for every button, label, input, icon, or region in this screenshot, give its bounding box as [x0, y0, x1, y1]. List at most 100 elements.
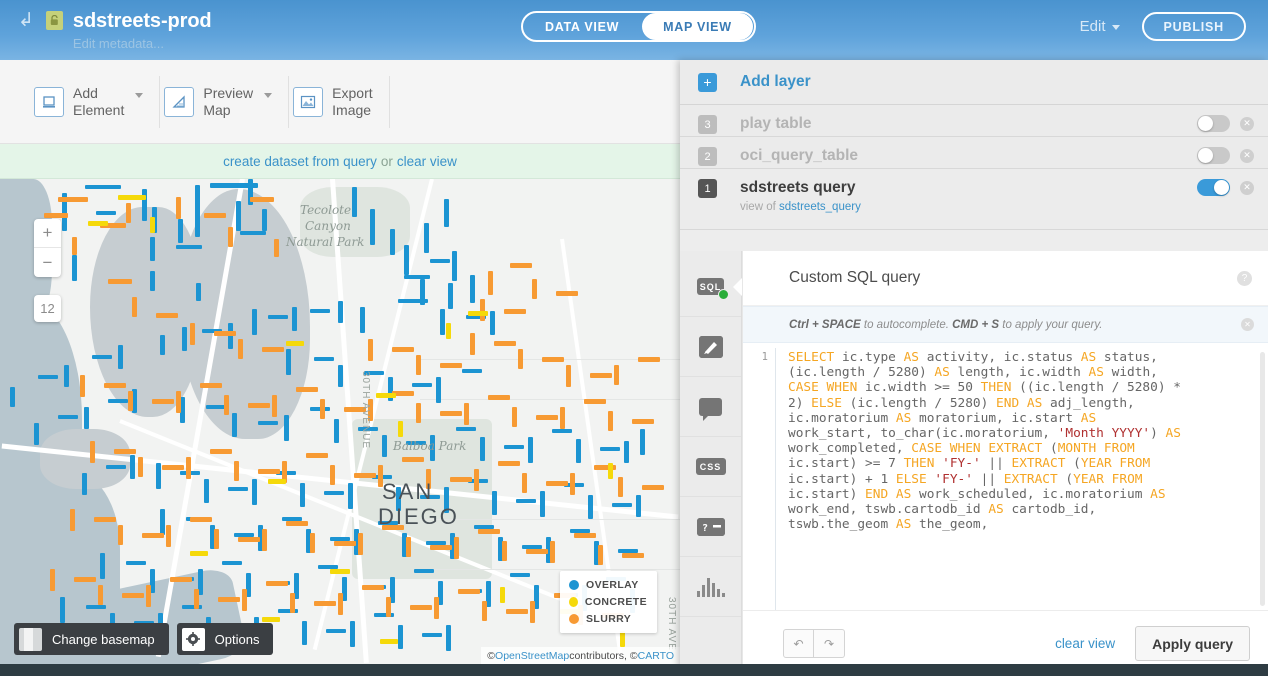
layer-name: oci_query_table	[740, 147, 859, 164]
sql-tab[interactable]: SQL	[680, 257, 741, 317]
map-segment-blue	[302, 621, 307, 645]
sql-code-area[interactable]: 1 SELECT ic.type AS activity, ic.status …	[743, 343, 1268, 610]
redo-button[interactable]: ↷	[814, 629, 845, 658]
legend-color-swatch	[569, 614, 579, 624]
legend-tab[interactable]: ?	[680, 497, 741, 557]
zoom-in-button[interactable]: +	[34, 219, 61, 248]
map-segment-blue	[352, 187, 357, 217]
map-segment-orange	[128, 391, 133, 411]
sql-editor-pane: Custom SQL query ? Ctrl + SPACE to autoc…	[742, 251, 1268, 676]
tab-map-view[interactable]: MAP VIEW	[642, 13, 753, 40]
map-segment-orange	[402, 457, 424, 462]
create-dataset-link[interactable]: create dataset from query	[223, 154, 377, 169]
map-segment-blue	[222, 561, 242, 565]
map-segment-orange	[320, 399, 325, 419]
add-layer-label: Add layer	[740, 73, 811, 90]
add-element-button[interactable]: Add Element	[34, 75, 161, 128]
map-segment-orange	[218, 597, 240, 602]
infowindow-tab[interactable]	[680, 377, 741, 437]
map-segment-orange	[242, 589, 247, 611]
sql-token: ||	[972, 471, 1004, 487]
close-icon[interactable]: ✕	[1240, 116, 1254, 131]
layer-row-play-table[interactable]: 3 play table view of play_table ✕	[680, 105, 1268, 137]
sql-code-text[interactable]: SELECT ic.type AS activity, ic.status AS…	[775, 348, 1260, 610]
stats-tab[interactable]	[680, 557, 741, 617]
publish-button[interactable]: PUBLISH	[1141, 12, 1246, 41]
map-segment-orange	[354, 473, 376, 478]
map-segment-blue	[640, 429, 645, 455]
apply-query-button[interactable]: Apply query	[1135, 626, 1250, 661]
zoom-out-button[interactable]: −	[34, 248, 61, 277]
speech-bubble-icon	[699, 397, 722, 421]
layer-row-oci-query-table[interactable]: 2 oci_query_table view of sdstreets_quer…	[680, 137, 1268, 169]
close-hint-icon[interactable]: ✕	[1241, 318, 1254, 331]
map-segment-orange	[416, 403, 421, 423]
sql-editor-title: Custom SQL query	[789, 269, 921, 286]
editor-scrollbar[interactable]	[1260, 352, 1265, 606]
layer-source-link[interactable]: sdstreets_query	[779, 201, 861, 213]
map-segment-blue	[552, 429, 572, 433]
map-segment-orange	[434, 597, 439, 619]
map-segment-orange	[248, 403, 270, 408]
map-segment-orange	[104, 383, 126, 388]
map-segment-blue	[430, 259, 450, 263]
map-segment-orange	[142, 533, 164, 538]
sql-token: ic.start) + 1	[788, 471, 889, 487]
layers-panel: + Add layer 3 play table view of play_ta…	[680, 60, 1268, 676]
wizard-tab[interactable]	[680, 317, 741, 377]
clear-view-button[interactable]: clear view	[1055, 636, 1115, 651]
change-basemap-button[interactable]: Change basemap	[14, 623, 169, 655]
layer-visibility-toggle[interactable]	[1197, 179, 1230, 196]
map-segment-blue	[82, 473, 87, 495]
map-options-button[interactable]: Options	[176, 623, 274, 655]
map-segment-blue	[204, 479, 209, 503]
sql-token: ic.start) >= 7	[788, 456, 896, 472]
close-icon[interactable]: ✕	[1240, 148, 1254, 163]
carto-link[interactable]: CARTO	[638, 650, 674, 662]
map-segment-blue	[516, 499, 536, 503]
map-segment-orange	[122, 593, 144, 598]
map-segment-blue	[60, 597, 65, 623]
preview-map-labels: Preview Map	[203, 85, 253, 119]
map-segment-orange	[250, 197, 274, 202]
map-segment-orange	[266, 581, 288, 586]
edit-dropdown[interactable]: Edit	[1080, 18, 1120, 35]
lock-icon	[45, 11, 63, 30]
map-segment-orange	[416, 355, 421, 375]
chevron-down-icon[interactable]	[135, 93, 144, 98]
map-segment-orange	[440, 411, 462, 416]
map-viewport[interactable]: Tecolote Canyon Natural Park Balboa Park SAN…	[0, 179, 680, 664]
add-layer-button[interactable]: + Add layer	[680, 60, 1268, 105]
toggle-knob	[1214, 180, 1229, 195]
layer-name: sdstreets query	[740, 179, 856, 196]
map-segment-blue	[412, 383, 432, 387]
clear-view-link[interactable]: clear view	[397, 154, 457, 169]
chevron-down-icon[interactable]	[264, 93, 273, 98]
css-tab[interactable]: CSS	[680, 437, 741, 497]
help-icon[interactable]: ?	[1237, 270, 1252, 286]
map-segment-orange	[274, 239, 279, 257]
map-segment-orange	[204, 213, 226, 218]
map-segment-orange	[176, 391, 181, 413]
openstreetmap-link[interactable]: OpenStreetMap	[495, 650, 569, 662]
layer-visibility-toggle[interactable]	[1197, 147, 1230, 164]
sql-token: 'FY-'	[934, 471, 973, 487]
map-zoom-controls[interactable]: + −	[34, 219, 61, 277]
map-segment-yellow	[118, 195, 146, 200]
undo-button[interactable]: ↶	[783, 629, 814, 658]
legend-item-overlay: OVERLAY	[569, 579, 647, 591]
layer-row-sdstreets-query[interactable]: 1 sdstreets query view of sdstreets_quer…	[680, 169, 1268, 230]
export-image-button[interactable]: Export Image	[293, 75, 390, 128]
map-segment-yellow	[468, 311, 488, 316]
map-segment-orange	[258, 469, 280, 474]
edit-metadata-link[interactable]: Edit metadata...	[73, 35, 212, 53]
preview-map-button[interactable]: Preview Map	[164, 75, 290, 128]
close-icon[interactable]: ✕	[1240, 180, 1254, 195]
map-segment-yellow	[380, 639, 398, 644]
map-segment-blue	[374, 613, 394, 617]
layer-visibility-toggle[interactable]	[1197, 115, 1230, 132]
add-element-line2: Element	[73, 101, 125, 118]
tab-data-view[interactable]: DATA VIEW	[524, 13, 640, 40]
back-arrow-icon[interactable]: ↲	[18, 11, 34, 31]
hint-kbd-2: CMD + S	[952, 318, 1000, 331]
